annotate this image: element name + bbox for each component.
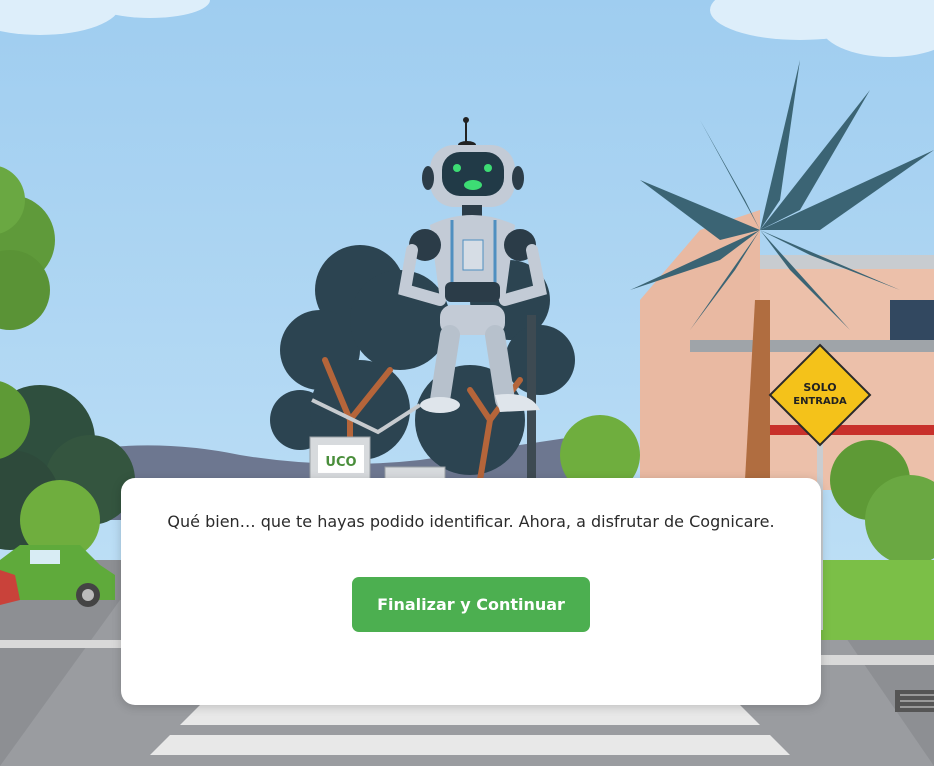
kiosk-logo: UCO: [325, 455, 356, 470]
finish-and-continue-button[interactable]: Finalizar y Continuar: [352, 577, 590, 632]
sign-text-line1: SOLO: [803, 381, 836, 394]
confirmation-dialog: Qué bien… que te hayas podido identifica…: [121, 478, 821, 705]
drain-grate: [895, 690, 934, 712]
dialog-message: Qué bien… que te hayas podido identifica…: [167, 512, 775, 531]
sign-text-line2: ENTRADA: [793, 396, 847, 407]
